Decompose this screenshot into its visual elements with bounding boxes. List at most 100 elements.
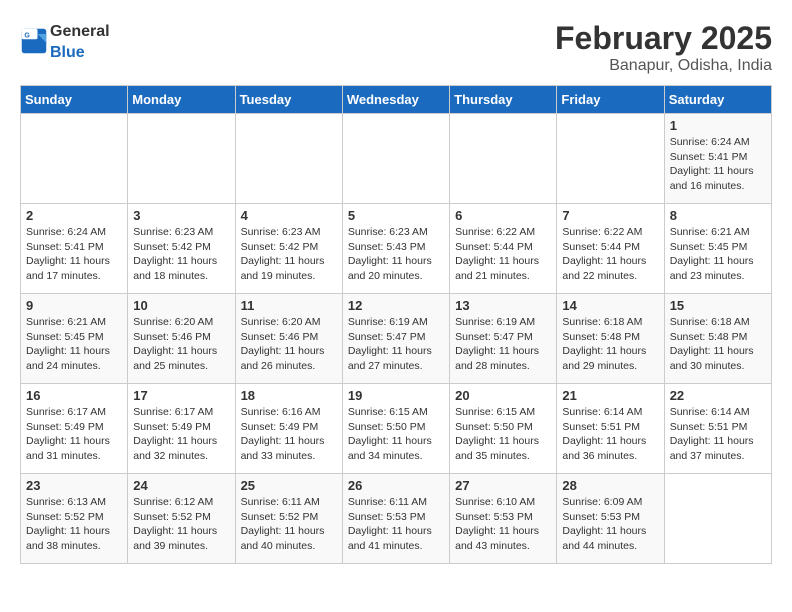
day-number: 5: [348, 208, 444, 223]
day-number: 15: [670, 298, 766, 313]
day-number: 25: [241, 478, 337, 493]
logo-blue: Blue: [50, 44, 85, 61]
calendar-cell: [664, 474, 771, 564]
calendar-cell: 9 Sunrise: 6:21 AM Sunset: 5:45 PM Daylig…: [21, 294, 128, 384]
calendar-cell: 19 Sunrise: 6:15 AM Sunset: 5:50 PM Dayli…: [342, 384, 449, 474]
calendar-cell: [342, 114, 449, 204]
calendar-table: SundayMondayTuesdayWednesdayThursdayFrid…: [20, 85, 772, 564]
day-number: 11: [241, 298, 337, 313]
day-info: Sunrise: 6:21 AM Sunset: 5:45 PM Dayligh…: [670, 225, 766, 284]
day-number: 21: [562, 388, 658, 403]
day-number: 27: [455, 478, 551, 493]
day-info: Sunrise: 6:20 AM Sunset: 5:46 PM Dayligh…: [133, 315, 229, 374]
location-subtitle: Banapur, Odisha, India: [555, 57, 772, 75]
day-info: Sunrise: 6:11 AM Sunset: 5:52 PM Dayligh…: [241, 495, 337, 554]
calendar-week-row: 2 Sunrise: 6:24 AM Sunset: 5:41 PM Daylig…: [21, 204, 772, 294]
calendar-week-row: 23Sunrise: 6:13 AM Sunset: 5:52 PM Dayli…: [21, 474, 772, 564]
day-number: 17: [133, 388, 229, 403]
day-number: 20: [455, 388, 551, 403]
calendar-cell: 14 Sunrise: 6:18 AM Sunset: 5:48 PM Dayli…: [557, 294, 664, 384]
day-number: 7: [562, 208, 658, 223]
day-info: Sunrise: 6:10 AM Sunset: 5:53 PM Dayligh…: [455, 495, 551, 554]
day-info: Sunrise: 6:23 AM Sunset: 5:43 PM Dayligh…: [348, 225, 444, 284]
day-number: 8: [670, 208, 766, 223]
day-info: Sunrise: 6:19 AM Sunset: 5:47 PM Dayligh…: [455, 315, 551, 374]
day-info: Sunrise: 6:14 AM Sunset: 5:51 PM Dayligh…: [562, 405, 658, 464]
day-number: 24: [133, 478, 229, 493]
calendar-cell: 27 Sunrise: 6:10 AM Sunset: 5:53 PM Dayli…: [450, 474, 557, 564]
calendar-cell: 15 Sunrise: 6:18 AM Sunset: 5:48 PM Dayli…: [664, 294, 771, 384]
svg-text:G: G: [24, 33, 30, 40]
day-number: 16: [26, 388, 122, 403]
month-title: February 2025: [555, 20, 772, 57]
calendar-cell: 26Sunrise: 6:11 AM Sunset: 5:53 PM Dayli…: [342, 474, 449, 564]
day-number: 9: [26, 298, 122, 313]
weekday-header-row: SundayMondayTuesdayWednesdayThursdayFrid…: [21, 86, 772, 114]
day-number: 10: [133, 298, 229, 313]
day-number: 12: [348, 298, 444, 313]
calendar-cell: 6 Sunrise: 6:22 AM Sunset: 5:44 PM Daylig…: [450, 204, 557, 294]
calendar-cell: 20 Sunrise: 6:15 AM Sunset: 5:50 PM Dayli…: [450, 384, 557, 474]
day-number: 28: [562, 478, 658, 493]
day-info: Sunrise: 6:12 AM Sunset: 5:52 PM Dayligh…: [133, 495, 229, 554]
calendar-cell: 2 Sunrise: 6:24 AM Sunset: 5:41 PM Daylig…: [21, 204, 128, 294]
weekday-header-tuesday: Tuesday: [235, 86, 342, 114]
day-info: Sunrise: 6:20 AM Sunset: 5:46 PM Dayligh…: [241, 315, 337, 374]
calendar-cell: [128, 114, 235, 204]
day-info: Sunrise: 6:16 AM Sunset: 5:49 PM Dayligh…: [241, 405, 337, 464]
calendar-cell: 18 Sunrise: 6:16 AM Sunset: 5:49 PM Dayli…: [235, 384, 342, 474]
calendar-cell: 7 Sunrise: 6:22 AM Sunset: 5:44 PM Daylig…: [557, 204, 664, 294]
calendar-cell: [450, 114, 557, 204]
day-info: Sunrise: 6:17 AM Sunset: 5:49 PM Dayligh…: [26, 405, 122, 464]
day-number: 18: [241, 388, 337, 403]
day-info: Sunrise: 6:21 AM Sunset: 5:45 PM Dayligh…: [26, 315, 122, 374]
calendar-cell: 11 Sunrise: 6:20 AM Sunset: 5:46 PM Dayli…: [235, 294, 342, 384]
calendar-cell: 17Sunrise: 6:17 AM Sunset: 5:49 PM Dayli…: [128, 384, 235, 474]
day-number: 13: [455, 298, 551, 313]
weekday-header-saturday: Saturday: [664, 86, 771, 114]
calendar-cell: 3Sunrise: 6:23 AM Sunset: 5:42 PM Daylig…: [128, 204, 235, 294]
day-info: Sunrise: 6:22 AM Sunset: 5:44 PM Dayligh…: [562, 225, 658, 284]
day-info: Sunrise: 6:22 AM Sunset: 5:44 PM Dayligh…: [455, 225, 551, 284]
title-block: February 2025 Banapur, Odisha, India: [555, 20, 772, 75]
calendar-cell: [21, 114, 128, 204]
calendar-cell: 10 Sunrise: 6:20 AM Sunset: 5:46 PM Dayli…: [128, 294, 235, 384]
day-info: Sunrise: 6:18 AM Sunset: 5:48 PM Dayligh…: [670, 315, 766, 374]
weekday-header-thursday: Thursday: [450, 86, 557, 114]
logo-icon: G: [20, 27, 48, 55]
calendar-cell: 12Sunrise: 6:19 AM Sunset: 5:47 PM Dayli…: [342, 294, 449, 384]
logo-general: General: [50, 23, 110, 40]
day-info: Sunrise: 6:15 AM Sunset: 5:50 PM Dayligh…: [455, 405, 551, 464]
calendar-cell: [557, 114, 664, 204]
day-info: Sunrise: 6:24 AM Sunset: 5:41 PM Dayligh…: [670, 135, 766, 194]
calendar-cell: 4 Sunrise: 6:23 AM Sunset: 5:42 PM Daylig…: [235, 204, 342, 294]
calendar-cell: [235, 114, 342, 204]
day-info: Sunrise: 6:23 AM Sunset: 5:42 PM Dayligh…: [241, 225, 337, 284]
calendar-cell: 16 Sunrise: 6:17 AM Sunset: 5:49 PM Dayli…: [21, 384, 128, 474]
day-number: 19: [348, 388, 444, 403]
day-number: 6: [455, 208, 551, 223]
calendar-week-row: 16 Sunrise: 6:17 AM Sunset: 5:49 PM Dayli…: [21, 384, 772, 474]
calendar-cell: 13 Sunrise: 6:19 AM Sunset: 5:47 PM Dayli…: [450, 294, 557, 384]
logo: G General Blue: [20, 20, 110, 62]
day-info: Sunrise: 6:09 AM Sunset: 5:53 PM Dayligh…: [562, 495, 658, 554]
calendar-week-row: 9 Sunrise: 6:21 AM Sunset: 5:45 PM Daylig…: [21, 294, 772, 384]
calendar-cell: 22Sunrise: 6:14 AM Sunset: 5:51 PM Dayli…: [664, 384, 771, 474]
day-number: 22: [670, 388, 766, 403]
calendar-cell: 5 Sunrise: 6:23 AM Sunset: 5:43 PM Daylig…: [342, 204, 449, 294]
day-number: 2: [26, 208, 122, 223]
day-number: 3: [133, 208, 229, 223]
calendar-cell: 21 Sunrise: 6:14 AM Sunset: 5:51 PM Dayli…: [557, 384, 664, 474]
day-info: Sunrise: 6:24 AM Sunset: 5:41 PM Dayligh…: [26, 225, 122, 284]
day-info: Sunrise: 6:15 AM Sunset: 5:50 PM Dayligh…: [348, 405, 444, 464]
weekday-header-wednesday: Wednesday: [342, 86, 449, 114]
weekday-header-friday: Friday: [557, 86, 664, 114]
calendar-cell: 25 Sunrise: 6:11 AM Sunset: 5:52 PM Dayli…: [235, 474, 342, 564]
day-number: 14: [562, 298, 658, 313]
calendar-cell: 28 Sunrise: 6:09 AM Sunset: 5:53 PM Dayli…: [557, 474, 664, 564]
day-number: 23: [26, 478, 122, 493]
calendar-cell: 1Sunrise: 6:24 AM Sunset: 5:41 PM Daylig…: [664, 114, 771, 204]
day-info: Sunrise: 6:18 AM Sunset: 5:48 PM Dayligh…: [562, 315, 658, 374]
calendar-cell: 23Sunrise: 6:13 AM Sunset: 5:52 PM Dayli…: [21, 474, 128, 564]
day-number: 4: [241, 208, 337, 223]
